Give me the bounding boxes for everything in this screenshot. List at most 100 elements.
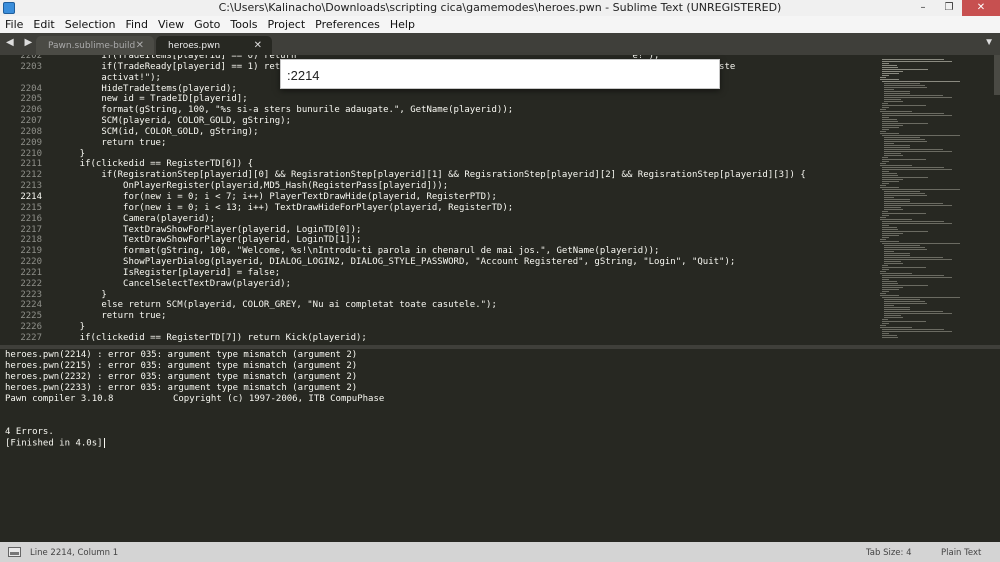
build-output-panel[interactable]: heroes.pwn(2214) : error 035: argument t… bbox=[0, 349, 1000, 542]
minimap-line bbox=[884, 89, 895, 90]
goto-line-input[interactable] bbox=[287, 65, 712, 85]
minimap-line bbox=[882, 177, 928, 178]
minimap-line bbox=[882, 73, 900, 74]
tab-size-selector[interactable]: Tab Size: 4 bbox=[866, 548, 912, 558]
menu-goto[interactable]: Goto bbox=[189, 16, 225, 33]
code-line: return true; bbox=[58, 137, 167, 148]
vertical-scrollbar[interactable] bbox=[994, 55, 1000, 95]
minimap-line bbox=[882, 129, 890, 130]
minimap-line bbox=[884, 245, 920, 246]
minimap-line bbox=[884, 259, 952, 260]
close-tab-icon[interactable]: ✕ bbox=[254, 40, 262, 51]
minimap-line bbox=[880, 271, 886, 272]
minimap-line bbox=[882, 63, 889, 64]
minimap-line bbox=[882, 285, 928, 286]
window-title: C:\Users\Kalinacho\Downloads\scripting c… bbox=[218, 1, 782, 14]
minimap-line bbox=[884, 93, 911, 94]
minimap-line bbox=[882, 81, 960, 82]
minimap-line bbox=[882, 281, 897, 282]
minimize-button[interactable]: – bbox=[910, 0, 936, 16]
minimap-line bbox=[882, 183, 890, 184]
tab-heroes-pwn[interactable]: heroes.pwn ✕ bbox=[156, 36, 272, 55]
code-line: } bbox=[58, 289, 107, 300]
tab-nav-arrows-icon[interactable]: ◀ ▶ bbox=[6, 37, 36, 48]
tab-label: heroes.pwn bbox=[168, 41, 221, 51]
minimap-line bbox=[884, 91, 911, 92]
menu-view[interactable]: View bbox=[153, 16, 189, 33]
menu-tools[interactable]: Tools bbox=[225, 16, 262, 33]
minimap-line bbox=[880, 131, 886, 132]
output-line: heroes.pwn(2214) : error 035: argument t… bbox=[5, 350, 358, 360]
menu-selection[interactable]: Selection bbox=[60, 16, 121, 33]
minimap-line bbox=[882, 159, 926, 160]
line-number: 2221 bbox=[20, 267, 42, 278]
code-line: for(new i = 0; i < 7; i++) PlayerTextDra… bbox=[58, 191, 497, 202]
minimap-line bbox=[884, 317, 903, 318]
tab-pawn-sublime-build[interactable]: Pawn.sublime-build ✕ bbox=[36, 36, 154, 55]
syntax-selector[interactable]: Plain Text bbox=[941, 548, 981, 558]
minimap-line bbox=[882, 175, 899, 176]
code-line: SCM(id, COLOR_GOLD, gString); bbox=[58, 126, 259, 137]
minimap-line bbox=[884, 145, 911, 146]
code-editor[interactable]: 2202 2203 2204 2205 2206 2207 2208 2209 2210 2211… bbox=[0, 55, 1000, 345]
minimap-line bbox=[882, 105, 926, 106]
line-number: 2207 bbox=[20, 116, 42, 127]
text-caret bbox=[103, 438, 105, 448]
minimap-line bbox=[882, 169, 953, 170]
minimap-line bbox=[882, 223, 953, 224]
line-number: 2227 bbox=[20, 332, 42, 343]
line-number: 2226 bbox=[20, 322, 42, 333]
line-number: 2202 bbox=[20, 55, 42, 61]
menu-file[interactable]: File bbox=[0, 16, 28, 33]
status-bar: Line 2214, Column 1 Tab Size: 4 Plain Te… bbox=[0, 542, 1000, 562]
code-line: for(new i = 0; i < 13; i++) TextDrawHide… bbox=[58, 202, 514, 213]
code-area[interactable]: if(TradeItems[playerid] == 0) return e!"… bbox=[58, 55, 878, 345]
minimap-line bbox=[880, 239, 886, 240]
minimap-line bbox=[884, 83, 920, 84]
minimap-line bbox=[882, 297, 960, 298]
minimap-line bbox=[882, 123, 928, 124]
code-line: ShowPlayerDialog(playerid, DIALOG_LOGIN2… bbox=[58, 257, 736, 268]
menu-project[interactable]: Project bbox=[263, 16, 311, 33]
close-window-button[interactable]: ✕ bbox=[962, 0, 1000, 16]
minimap-line bbox=[882, 279, 889, 280]
minimap-line bbox=[884, 309, 911, 310]
minimap-line bbox=[882, 265, 888, 266]
minimap-line bbox=[882, 181, 900, 182]
tab-list-dropdown-icon[interactable]: ▼ bbox=[984, 37, 994, 48]
menu-bar: File Edit Selection Find View Goto Tools… bbox=[0, 16, 1000, 33]
menu-edit[interactable]: Edit bbox=[28, 16, 59, 33]
minimap-line bbox=[884, 261, 902, 262]
show-panel-icon[interactable] bbox=[8, 547, 21, 557]
line-number: 2205 bbox=[20, 94, 42, 105]
minimap-line bbox=[882, 211, 888, 212]
minimap-line bbox=[884, 195, 928, 196]
line-number bbox=[0, 73, 42, 84]
minimap-line bbox=[884, 247, 926, 248]
minimap-line bbox=[884, 193, 926, 194]
minimap-line bbox=[882, 167, 944, 168]
minimap-line bbox=[882, 173, 897, 174]
minimap-line bbox=[884, 197, 895, 198]
minimap[interactable] bbox=[878, 55, 993, 345]
minimap-line bbox=[882, 329, 944, 330]
minimap-line bbox=[882, 157, 888, 158]
menu-find[interactable]: Find bbox=[120, 16, 153, 33]
minimap-line bbox=[884, 263, 903, 264]
minimap-line bbox=[882, 335, 897, 336]
menu-help[interactable]: Help bbox=[385, 16, 420, 33]
minimap-line bbox=[882, 331, 953, 332]
minimap-line bbox=[884, 141, 928, 142]
minimap-line bbox=[884, 209, 903, 210]
code-line: } bbox=[58, 322, 86, 333]
minimap-line bbox=[884, 249, 928, 250]
minimap-line bbox=[880, 111, 912, 112]
restore-button[interactable]: ❐ bbox=[936, 0, 962, 16]
menu-preferences[interactable]: Preferences bbox=[310, 16, 385, 33]
line-number: 2225 bbox=[20, 311, 42, 322]
minimap-line bbox=[884, 147, 911, 148]
close-tab-icon[interactable]: ✕ bbox=[136, 40, 144, 51]
minimap-line bbox=[882, 235, 900, 236]
minimap-line bbox=[884, 139, 926, 140]
minimap-line bbox=[882, 113, 944, 114]
